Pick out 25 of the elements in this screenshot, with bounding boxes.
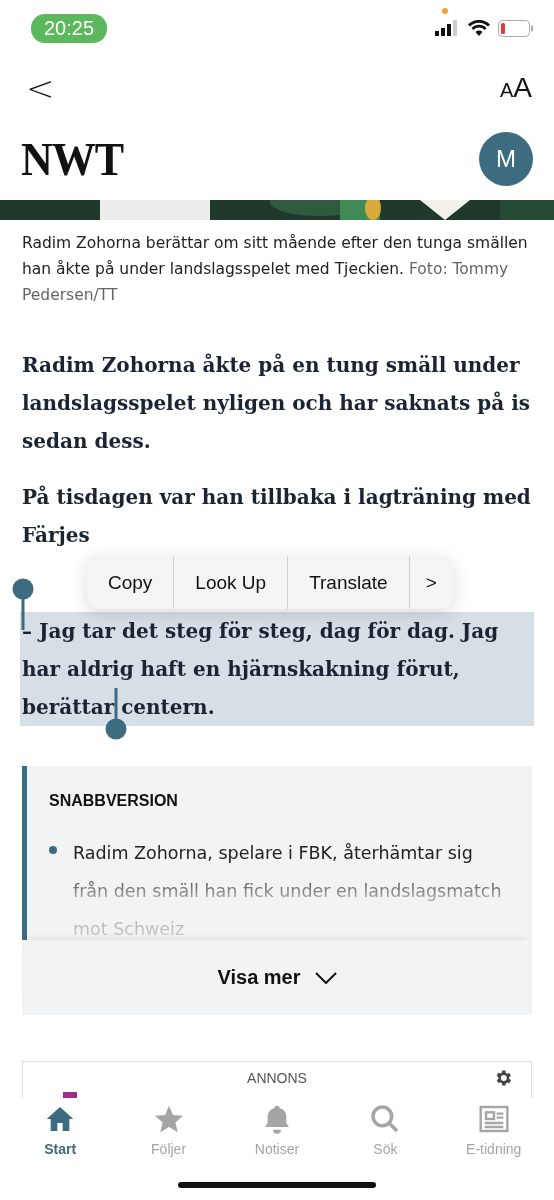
wifi-icon (468, 20, 490, 36)
article-paragraph: – Jag tar det steg för steg, dag för dag. Jag har aldrig haft en hjärnskakning förut, berättar centern. (20, 612, 534, 726)
privacy-dot (442, 8, 448, 14)
tab-bar-item[interactable]: Start (10, 1102, 111, 1158)
more-button[interactable]: > (408, 556, 453, 609)
signal-icon (435, 20, 460, 36)
battery-icon (498, 19, 534, 37)
chevron-down-icon (314, 971, 337, 984)
article-paragraph: På tisdagen var han tillbaka i lagträning med Färjes (22, 484, 532, 549)
text-size-button[interactable]: AA (499, 72, 532, 104)
menu-item[interactable]: Look Up (173, 556, 288, 609)
logo: NWT (21, 132, 124, 186)
menu-item[interactable]: Copy (87, 556, 174, 609)
back-button[interactable]: < (22, 68, 59, 108)
article-paragraph: Radim Zohorna åkte på en tung smäll under landslagsspelet nyligen och har saknats på is sedan dess. (22, 352, 532, 455)
selection-handle[interactable] (12, 578, 34, 630)
newspaper-icon (476, 1103, 511, 1135)
image-caption: Radim Zohorna berättar om sitt mående efter den tunga smällen han åkte på under landslagsspelet med Tjeckien. Foto: Tommy Pedersen/TT (22, 233, 529, 306)
ad-label: ANNONS (246, 1070, 308, 1086)
status-time: 20:25 (31, 13, 108, 43)
bullet-dot (49, 846, 57, 854)
avatar-button[interactable]: M (479, 132, 533, 186)
show-more-button[interactable]: Visa mer (22, 940, 532, 1015)
menu-item[interactable]: Translate (287, 556, 409, 609)
summary-title: SNABBVERSION (49, 792, 179, 810)
